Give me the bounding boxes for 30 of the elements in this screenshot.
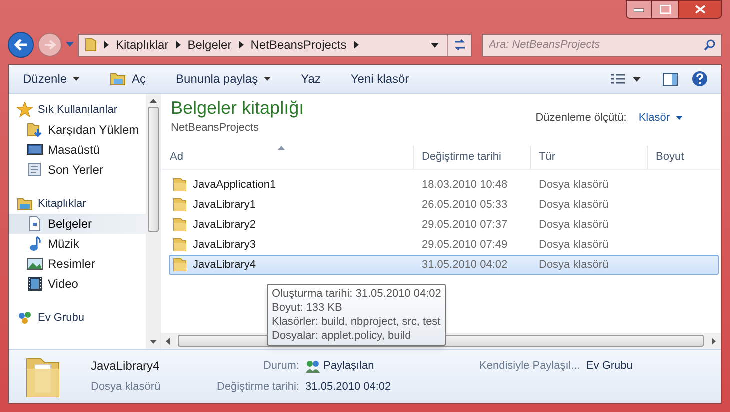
file-type: Dosya klasörü	[538, 198, 610, 213]
file-name: JavaLibrary4	[193, 258, 256, 273]
status-label: Durum:	[262, 359, 300, 374]
file-name: JavaLibrary1	[193, 198, 256, 213]
tooltip-line: Klasörler: build, nbproject, src, test	[272, 315, 442, 329]
modified-date: 26.05.2010 05:33	[421, 198, 509, 213]
tooltip-line: Boyut: 133 KB	[272, 301, 344, 315]
arrange-by-label: Düzenleme ölçütü:	[536, 111, 627, 126]
library-subtitle: NetBeansProjects	[171, 121, 260, 136]
file-name: JavaLibrary2	[193, 218, 256, 233]
tooltip-line: Dosyalar: applet.policy, build	[272, 329, 412, 343]
file-type: Dosya klasörü	[538, 238, 610, 253]
file-type: Dosya klasörü	[538, 178, 610, 193]
file-type: Dosya klasörü	[538, 258, 610, 273]
modified-date: 29.05.2010 07:49	[421, 238, 509, 253]
status-value: Paylaşılan	[324, 359, 376, 374]
file-name: JavaLibrary3	[193, 238, 256, 253]
modified-date: 18.03.2010 10:48	[421, 178, 509, 193]
shared-with-label: Kendisiyle Paylaşıl...	[480, 359, 580, 374]
modified-date: 31.05.2010 04:02	[421, 258, 509, 273]
item-name: JavaLibrary4	[91, 358, 161, 376]
file-name: JavaApplication1	[193, 178, 276, 193]
modified-value: 31.05.2010 04:02	[306, 380, 392, 396]
shared-with-value: Ev Grubu	[586, 359, 633, 374]
item-type: Dosya klasörü	[91, 380, 162, 396]
library-title: Belgeler kitaplığı	[171, 97, 306, 119]
modified-date: 29.05.2010 07:37	[421, 218, 509, 233]
tooltip-line: Oluşturma tarihi: 31.05.2010 04:02	[272, 287, 442, 301]
modified-label: Değiştirme tarihi:	[217, 380, 300, 396]
file-type: Dosya klasörü	[538, 218, 610, 233]
